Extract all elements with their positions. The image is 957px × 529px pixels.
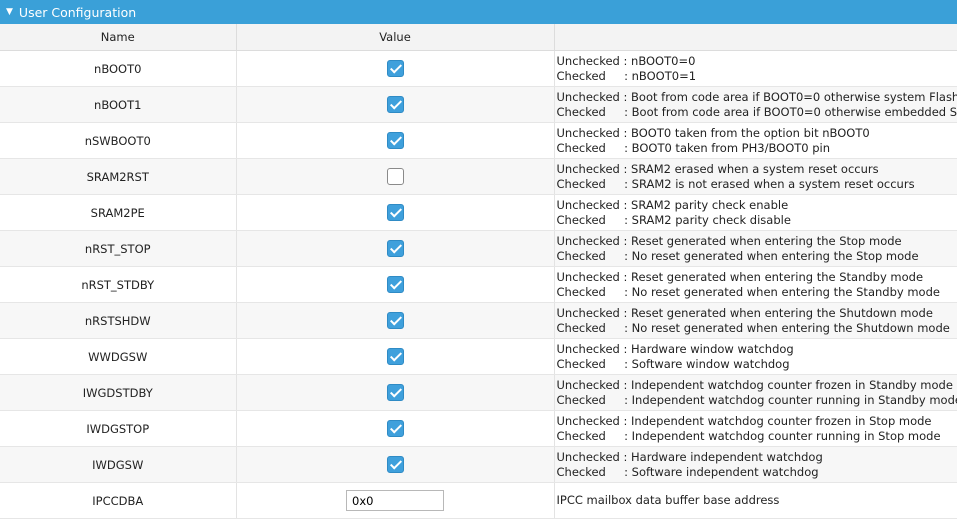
description-cell: Unchecked : Reset generated when enterin… <box>554 266 957 303</box>
table-row: nBOOT1 Unchecked : Boot from code area if… <box>0 86 957 123</box>
table-row: SRAM2RST Unchecked : SRAM2 erased when a … <box>0 158 957 195</box>
option-name: nRST_STOP <box>0 230 237 267</box>
wwdgsw-checkbox[interactable] <box>386 348 404 365</box>
table-row: WWDGSW Unchecked : Hardware window watchd… <box>0 338 957 375</box>
table-row: IWGDSTDBY Unchecked : Independent watchdo… <box>0 374 957 411</box>
iwdgstop-checkbox[interactable] <box>386 420 404 437</box>
nrstshdw-checkbox[interactable] <box>386 312 404 329</box>
description-checked: Checked : BOOT0 taken from PH3/BOOT0 pin <box>556 140 831 155</box>
option-name: nRSTSHDW <box>0 302 237 339</box>
value-cell <box>236 122 555 159</box>
description-cell: Unchecked : Reset generated when enterin… <box>554 230 957 267</box>
description-text: IPCC mailbox data buffer base address <box>556 493 780 507</box>
description-unchecked: Unchecked : SRAM2 parity check enable <box>556 197 789 212</box>
sram2pe-checkbox[interactable] <box>386 204 404 221</box>
description-unchecked: Unchecked : Boot from code area if BOOT0… <box>556 89 957 104</box>
description-cell: Unchecked : Boot from code area if BOOT0… <box>554 86 957 123</box>
option-name: SRAM2PE <box>0 194 237 231</box>
option-name: nBOOT1 <box>0 86 237 123</box>
option-name: IWDGSTOP <box>0 410 237 447</box>
nrst-stdby-checkbox[interactable] <box>386 276 404 293</box>
value-cell <box>236 374 555 411</box>
option-name: nSWBOOT0 <box>0 122 237 159</box>
table-row: IWDGSW Unchecked : Hardware independent w… <box>0 446 957 483</box>
ipccdba-input[interactable] <box>346 490 444 511</box>
nrst-stop-checkbox[interactable] <box>386 240 404 257</box>
value-cell <box>236 482 555 519</box>
iwgdstdby-checkbox[interactable] <box>386 384 404 401</box>
option-name: nBOOT0 <box>0 50 237 87</box>
section-title: User Configuration <box>18 4 137 20</box>
description-checked: Checked : Independent watchdog counter r… <box>556 428 941 443</box>
description-unchecked: Unchecked : SRAM2 erased when a system r… <box>556 161 879 176</box>
column-header-value[interactable]: Value <box>236 24 555 51</box>
description-checked: Checked : No reset generated when enteri… <box>556 284 940 299</box>
option-name: SRAM2RST <box>0 158 237 195</box>
description-checked: Checked : Software window watchdog <box>556 356 790 371</box>
table-row: SRAM2PE Unchecked : SRAM2 parity check en… <box>0 194 957 231</box>
value-cell <box>236 446 555 483</box>
description-unchecked: Unchecked : Independent watchdog counter… <box>556 377 953 392</box>
nboot0-checkbox[interactable] <box>386 60 404 77</box>
option-name: IPCCDBA <box>0 482 237 519</box>
description-checked: Checked : No reset generated when enteri… <box>556 248 919 263</box>
description-unchecked: Unchecked : Hardware window watchdog <box>556 341 794 356</box>
option-name: nRST_STDBY <box>0 266 237 303</box>
value-cell <box>236 338 555 375</box>
table-row-ipccdba: IPCCDBA IPCC mailbox data buffer base ad… <box>0 482 957 519</box>
nswboot0-checkbox[interactable] <box>386 132 404 149</box>
description-unchecked: Unchecked : Reset generated when enterin… <box>556 269 924 284</box>
column-header-description[interactable] <box>554 24 957 51</box>
option-name: IWGDSTDBY <box>0 374 237 411</box>
description-cell: Unchecked : Independent watchdog counter… <box>554 374 957 411</box>
value-cell <box>236 50 555 87</box>
description-cell: Unchecked : nBOOT0=0 Checked : nBOOT0=1 <box>554 50 957 87</box>
value-cell <box>236 158 555 195</box>
option-name: IWDGSW <box>0 446 237 483</box>
description-checked: Checked : No reset generated when enteri… <box>556 320 950 335</box>
description-cell: Unchecked : BOOT0 taken from the option … <box>554 122 957 159</box>
description-cell: Unchecked : SRAM2 erased when a system r… <box>554 158 957 195</box>
value-cell <box>236 266 555 303</box>
value-cell <box>236 410 555 447</box>
value-cell <box>236 302 555 339</box>
description-checked: Checked : SRAM2 parity check disable <box>556 212 791 227</box>
description-checked: Checked : Software independent watchdog <box>556 464 819 479</box>
table-row: nRST_STDBY Unchecked : Reset generated wh… <box>0 266 957 303</box>
description-checked: Checked : Independent watchdog counter r… <box>556 392 957 407</box>
description-cell: Unchecked : Hardware independent watchdo… <box>554 446 957 483</box>
iwdgsw-checkbox[interactable] <box>386 456 404 473</box>
value-cell <box>236 86 555 123</box>
description-unchecked: Unchecked : Independent watchdog counter… <box>556 413 932 428</box>
section-header[interactable]: ▼ User Configuration <box>0 0 957 24</box>
column-header-name[interactable]: Name <box>0 24 237 51</box>
triangle-down-icon[interactable]: ▼ <box>6 7 13 17</box>
table-header-row: Name Value <box>0 24 957 51</box>
table-row: nRST_STOP Unchecked : Reset generated whe… <box>0 230 957 267</box>
user-configuration-table: Name Value nBOOT0 Unchecked : nBOOT0=0 Che… <box>0 24 957 519</box>
description-unchecked: Unchecked : Reset generated when enterin… <box>556 305 933 320</box>
description-cell: Unchecked : SRAM2 parity check enable Che… <box>554 194 957 231</box>
table-row: IWDGSTOP Unchecked : Independent watchdog… <box>0 410 957 447</box>
value-cell <box>236 194 555 231</box>
description-checked: Checked : nBOOT0=1 <box>556 68 697 83</box>
description-cell: Unchecked : Independent watchdog counter… <box>554 410 957 447</box>
option-name: WWDGSW <box>0 338 237 375</box>
table-row: nBOOT0 Unchecked : nBOOT0=0 Checked : nBOO… <box>0 50 957 87</box>
table-row: nSWBOOT0 Unchecked : BOOT0 taken from the… <box>0 122 957 159</box>
nboot1-checkbox[interactable] <box>386 96 404 113</box>
value-cell <box>236 230 555 267</box>
table-row: nRSTSHDW Unchecked : Reset generated when… <box>0 302 957 339</box>
description-checked: Checked : SRAM2 is not erased when a sys… <box>556 176 915 191</box>
description-unchecked: Unchecked : BOOT0 taken from the option … <box>556 125 870 140</box>
description-cell: IPCC mailbox data buffer base address <box>554 482 957 519</box>
description-unchecked: Unchecked : Reset generated when enterin… <box>556 233 902 248</box>
description-unchecked: Unchecked : nBOOT0=0 <box>556 53 696 68</box>
description-cell: Unchecked : Reset generated when enterin… <box>554 302 957 339</box>
description-checked: Checked : Boot from code area if BOOT0=0… <box>556 104 957 119</box>
sram2rst-checkbox[interactable] <box>386 168 404 185</box>
description-unchecked: Unchecked : Hardware independent watchdo… <box>556 449 823 464</box>
description-cell: Unchecked : Hardware window watchdog Chec… <box>554 338 957 375</box>
